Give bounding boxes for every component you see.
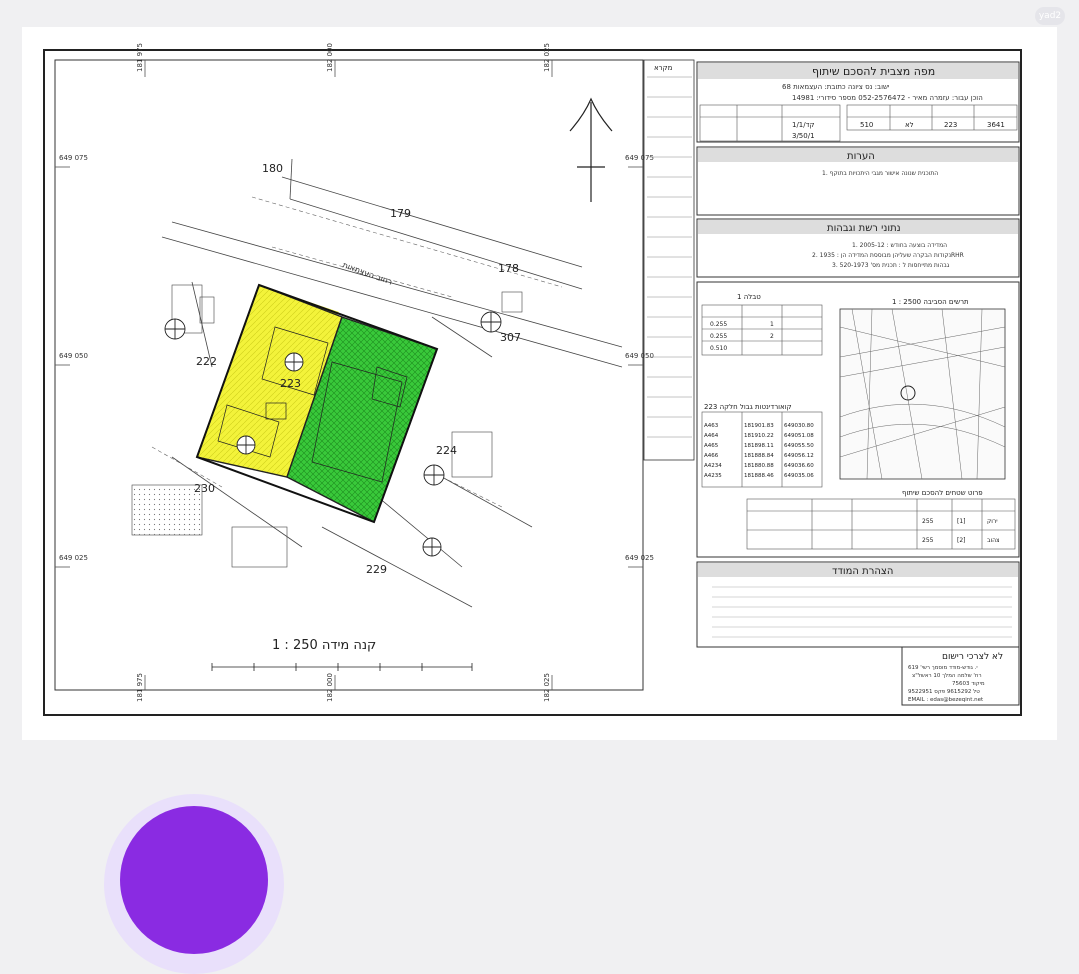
- avatar[interactable]: [104, 794, 284, 974]
- parcel-178: 178: [498, 262, 519, 275]
- svg-text:181880.88: 181880.88: [744, 463, 774, 469]
- agreement-table: [746, 498, 1016, 550]
- svg-text:A466: A466: [704, 453, 719, 459]
- coords-values: A463 181901.83 649030.80 A464 181910.22 6490…: [704, 423, 814, 479]
- svg-text:181888.84: 181888.84: [744, 453, 774, 459]
- location-map: [839, 308, 1006, 480]
- svg-text:1/1/קד: 1/1/קד: [792, 121, 814, 129]
- notes-line-1: 1. התוכנית שנונה אישור מגבי היתכויות בתו…: [822, 170, 938, 177]
- map-sheet: 181 975 182 000 182 025 181 975 182 000 …: [22, 27, 1057, 740]
- office-line-1: י. גודש-מודד מוסמך רשי' 619: [908, 665, 978, 671]
- parcel-223: 223: [280, 377, 301, 390]
- corner-badge: yad2: [1035, 7, 1065, 25]
- svg-text:0.255: 0.255: [710, 321, 727, 328]
- grid-label-left-3: 649 025: [59, 554, 88, 562]
- office-line-2: רח' שלמה המלך 10 ראשל"צ: [912, 672, 982, 679]
- svg-text:ירוק: ירוק: [987, 518, 998, 525]
- grid-label-right-2: 649 050: [625, 352, 654, 360]
- svg-text:A465: A465: [704, 443, 719, 449]
- svg-text:510: 510: [860, 121, 873, 129]
- legend-lines: [647, 76, 692, 438]
- parcel-307: 307: [500, 331, 521, 344]
- survey-map: 181 975 182 000 182 025 181 975 182 000 …: [43, 43, 1022, 716]
- agreement-values: ירוק [1] 255 צהוב [2] 255: [922, 518, 1000, 544]
- legend-title: מקרא: [654, 64, 673, 72]
- legend-panel: [643, 59, 695, 461]
- declaration-text-lines: [712, 586, 1012, 638]
- svg-text:255: 255: [922, 537, 934, 544]
- parcel-179: 179: [390, 207, 411, 220]
- parcel-222: 222: [196, 355, 217, 368]
- street-name: רחוב העצמאות: [341, 260, 393, 286]
- table1-title: טבלה 1: [737, 293, 761, 301]
- grid-label-right-3: 649 025: [625, 554, 654, 562]
- survey-line-1: 1. המדידה בוצעה בחודש : 2005-12: [852, 242, 947, 249]
- office-line-5: EMAIL : edas@bezeqint.net: [908, 697, 984, 703]
- svg-text:649035.06: 649035.06: [784, 473, 814, 479]
- svg-text:3/50/1: 3/50/1: [792, 132, 815, 140]
- block-values: 3641 223 לא 510 1/1/קד 3/50/1: [792, 121, 1005, 140]
- location-map-title: תרשים הסביבה 2500 : 1: [892, 298, 969, 306]
- svg-text:649051.08: 649051.08: [784, 433, 814, 439]
- address-line-2: הוכן עבור: עזמרה מאיר - 052-2576472 מספר…: [792, 94, 983, 102]
- survey-header: נתוני רשת וגבהות: [827, 223, 901, 234]
- svg-text:649056.12: 649056.12: [784, 453, 814, 459]
- parcel-230: 230: [194, 482, 215, 495]
- svg-text:1: 1: [770, 321, 774, 328]
- svg-text:[2]: [2]: [957, 537, 966, 544]
- address-line-1: ישוב: נס ציונה כתובת: העצמאות 68: [782, 83, 890, 91]
- declaration-header: הצהרת המודד: [832, 566, 893, 577]
- north-arrow: [569, 97, 613, 202]
- map-title: מפה מצבית להסכם שיתוף: [812, 65, 935, 78]
- parcel-229: 229: [366, 563, 387, 576]
- svg-text:649055.50: 649055.50: [784, 443, 814, 449]
- grid-label-top-1: 181 975: [136, 43, 144, 72]
- svg-text:181898.11: 181898.11: [744, 443, 774, 449]
- svg-text:649030.80: 649030.80: [784, 423, 814, 429]
- hatched-neighbour: [132, 485, 202, 535]
- grid-label-bottom-1: 181 975: [136, 673, 144, 702]
- svg-text:649036.60: 649036.60: [784, 463, 814, 469]
- grid-label-top-2: 182 000: [326, 43, 334, 72]
- svg-text:A463: A463: [704, 423, 719, 429]
- svg-text:[1]: [1]: [957, 518, 966, 525]
- grid-label-right-1: 649 075: [625, 154, 654, 162]
- svg-text:181888.46: 181888.46: [744, 473, 774, 479]
- avatar-inner: [120, 806, 268, 954]
- office-title: לא לצרכי רישום: [942, 652, 1003, 662]
- grid-label-top-3: 182 025: [543, 43, 551, 72]
- svg-text:לא: לא: [905, 121, 914, 129]
- svg-text:3641: 3641: [987, 121, 1005, 129]
- svg-text:223: 223: [944, 121, 957, 129]
- office-line-3: מיקוד 75603: [952, 681, 985, 687]
- survey-line-3: 3. גבהות מתייחסות ל : תכנית מס' 520-1973: [832, 262, 950, 269]
- grid-label-left-2: 649 050: [59, 352, 88, 360]
- svg-text:A4235: A4235: [704, 473, 722, 479]
- grid-label-bottom-3: 182 025: [543, 673, 551, 702]
- svg-text:2: 2: [770, 333, 774, 340]
- scale-bar: [211, 663, 473, 671]
- survey-line-2: 2. נקודות הבקרה שעליהן מבוססת המדידה הן …: [812, 252, 964, 259]
- parcel-224: 224: [436, 444, 457, 457]
- svg-text:A464: A464: [704, 433, 719, 439]
- svg-text:0.255: 0.255: [710, 333, 727, 340]
- coords-title: קואורדינטות גבול חלקה 223: [704, 403, 792, 411]
- agreement-title: פרוט שטחים להסכם שיתוף: [902, 489, 983, 497]
- svg-text:181910.22: 181910.22: [744, 433, 774, 439]
- svg-text:181901.83: 181901.83: [744, 423, 774, 429]
- svg-text:A4234: A4234: [704, 463, 722, 469]
- svg-text:255: 255: [922, 518, 934, 525]
- grid-label-bottom-2: 182 000: [326, 673, 334, 702]
- office-line-4: טל 9615292 פקס 9522951: [908, 688, 980, 695]
- scale-label: קנה מידה 250 : 1: [272, 638, 376, 653]
- parcel-180: 180: [262, 162, 283, 175]
- block-table: [699, 104, 1018, 142]
- svg-text:0.510: 0.510: [710, 345, 727, 352]
- grid-label-left-1: 649 075: [59, 154, 88, 162]
- svg-text:צהוב: צהוב: [987, 537, 1000, 544]
- notes-header: הערות: [847, 151, 875, 162]
